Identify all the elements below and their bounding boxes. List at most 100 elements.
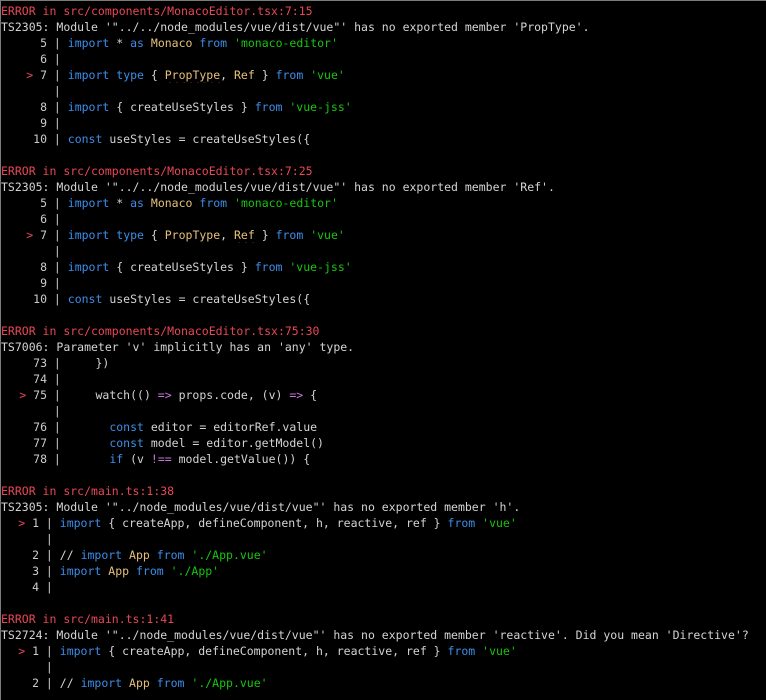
error-marker: > bbox=[26, 228, 34, 242]
code-line: 10 | const useStyles = createUseStyles({ bbox=[1, 291, 766, 307]
error-label: ERROR in bbox=[1, 4, 64, 18]
code-line: 9 | bbox=[1, 275, 766, 291]
gutter-separator: | bbox=[47, 372, 68, 386]
error-code: TS7006 bbox=[1, 340, 43, 354]
line-gutter: 77 bbox=[1, 435, 47, 451]
code-line: > 1 | import { createApp, defineComponen… bbox=[1, 515, 766, 531]
error-text: : Module '"../node_modules/vue/dist/vue"… bbox=[42, 500, 521, 514]
error-label: ERROR in bbox=[1, 164, 64, 178]
error-header: ERROR in src/components/MonacoEditor.tsx… bbox=[1, 3, 766, 19]
error-message: TS7006: Parameter 'v' implicitly has an … bbox=[1, 339, 766, 355]
error-label: ERROR in bbox=[1, 484, 64, 498]
code-text: const model = editor.getModel() bbox=[109, 436, 324, 450]
line-number: 9 bbox=[40, 116, 47, 130]
gutter-separator: | bbox=[47, 100, 68, 114]
code-line: 6 | bbox=[1, 211, 766, 227]
error-code: TS2724 bbox=[1, 628, 43, 642]
error-header: ERROR in src/main.ts:1:38 bbox=[1, 483, 766, 499]
line-gutter: 74 bbox=[1, 371, 47, 387]
gutter-separator: | bbox=[47, 436, 68, 450]
line-gutter: 4 bbox=[1, 579, 39, 595]
line-number: 2 bbox=[32, 548, 39, 562]
code-text: // import App from './App.vue' bbox=[59, 548, 268, 562]
code-line: 76 | const editor = editorRef.value bbox=[1, 419, 766, 435]
line-number: 4 bbox=[32, 580, 39, 594]
error-header: ERROR in src/main.ts:1:41 bbox=[1, 611, 766, 627]
line-gutter: 10 bbox=[1, 291, 47, 307]
error-text: : Parameter 'v' implicitly has an 'any' … bbox=[42, 340, 355, 354]
line-number: 9 bbox=[40, 276, 47, 290]
code-line: 77 | const model = editor.getModel() bbox=[1, 435, 766, 451]
code-line: 73 | }) bbox=[1, 355, 766, 371]
gutter-separator: | bbox=[47, 116, 68, 130]
line-number: 6 bbox=[40, 212, 47, 226]
gutter-separator: | bbox=[39, 564, 60, 578]
line-gutter: 76 bbox=[1, 419, 47, 435]
code-line: 8 | import { createUseStyles } from 'vue… bbox=[1, 99, 766, 115]
error-header: ERROR in src/components/MonacoEditor.tsx… bbox=[1, 323, 766, 339]
gutter-separator: | bbox=[47, 404, 61, 418]
error-location: src/components/MonacoEditor.tsx:7:15 bbox=[63, 4, 313, 18]
error-label: ERROR in bbox=[1, 324, 64, 338]
code-text: if (v !== model.getValue()) { bbox=[109, 452, 311, 466]
gutter-separator: | bbox=[47, 196, 68, 210]
code-line: 78 | if (v !== model.getValue()) { bbox=[1, 451, 766, 467]
code-line: 9 | bbox=[1, 115, 766, 131]
line-gutter: 9 bbox=[1, 275, 47, 291]
line-number: 77 bbox=[33, 436, 47, 450]
error-location: src/components/MonacoEditor.tsx:75:30 bbox=[63, 324, 320, 338]
code-text: import * as Monaco from 'monaco-editor' bbox=[67, 196, 338, 210]
line-number: 1 bbox=[32, 644, 39, 658]
error-marker: > bbox=[18, 644, 26, 658]
line-number: 1 bbox=[32, 516, 39, 530]
line-gutter: > 1 bbox=[1, 643, 39, 659]
line-gutter: 78 bbox=[1, 451, 47, 467]
gutter-separator: | bbox=[47, 388, 68, 402]
error-message: TS2724: Module '"../node_modules/vue/dis… bbox=[1, 627, 766, 643]
gutter-separator: | bbox=[47, 212, 68, 226]
line-number: 10 bbox=[33, 292, 47, 306]
code-line: > 7 | import type { PropType, Ref } from… bbox=[1, 67, 766, 83]
code-line: 74 | bbox=[1, 371, 766, 387]
code-line: 2 | // import App from './App.vue' bbox=[1, 547, 766, 563]
terminal-window[interactable]: ERROR in src/components/MonacoEditor.tsx… bbox=[0, 0, 766, 700]
code-text: }) bbox=[67, 356, 110, 370]
line-gutter: 8 bbox=[1, 99, 47, 115]
gutter-separator: | bbox=[39, 532, 53, 546]
line-gutter: 2 bbox=[1, 675, 39, 691]
squiggle-row: | bbox=[1, 243, 766, 259]
code-line: 2 | // import App from './App.vue' bbox=[1, 675, 766, 691]
line-number: 7 bbox=[40, 68, 47, 82]
line-gutter: > 1 bbox=[1, 515, 39, 531]
line-number: 3 bbox=[32, 564, 39, 578]
line-gutter: > 7 bbox=[1, 67, 47, 83]
code-line: 3 | import App from './App' bbox=[1, 563, 766, 579]
line-gutter: 3 bbox=[1, 563, 39, 579]
error-code: TS2305 bbox=[1, 500, 43, 514]
error-location: src/main.ts:1:38 bbox=[63, 484, 175, 498]
code-line: 4 | bbox=[1, 579, 766, 595]
code-text: import type { PropType, Ref } from 'vue' bbox=[67, 228, 345, 242]
squiggle-row: | bbox=[1, 403, 766, 419]
line-number: 8 bbox=[40, 100, 47, 114]
code-text: import { createUseStyles } from 'vue-jss… bbox=[67, 100, 352, 114]
line-gutter: 9 bbox=[1, 115, 47, 131]
gutter-separator: | bbox=[47, 420, 68, 434]
error-marker: > bbox=[18, 516, 26, 530]
code-text: import { createApp, defineComponent, h, … bbox=[59, 516, 517, 530]
error-header: ERROR in src/components/MonacoEditor.tsx… bbox=[1, 163, 766, 179]
line-number: 75 bbox=[33, 388, 47, 402]
error-message: TS2305: Module '"../../node_modules/vue/… bbox=[1, 179, 766, 195]
line-number: 7 bbox=[40, 228, 47, 242]
line-number: 10 bbox=[33, 132, 47, 146]
gutter-separator: | bbox=[39, 548, 60, 562]
code-text: const useStyles = createUseStyles({ bbox=[67, 292, 311, 306]
error-location: src/main.ts:1:41 bbox=[63, 612, 175, 626]
squiggle-row: | bbox=[1, 531, 766, 547]
error-code: TS2305 bbox=[1, 20, 43, 34]
line-gutter: 73 bbox=[1, 355, 47, 371]
gutter-separator: | bbox=[47, 52, 68, 66]
line-gutter: 5 bbox=[1, 35, 47, 51]
